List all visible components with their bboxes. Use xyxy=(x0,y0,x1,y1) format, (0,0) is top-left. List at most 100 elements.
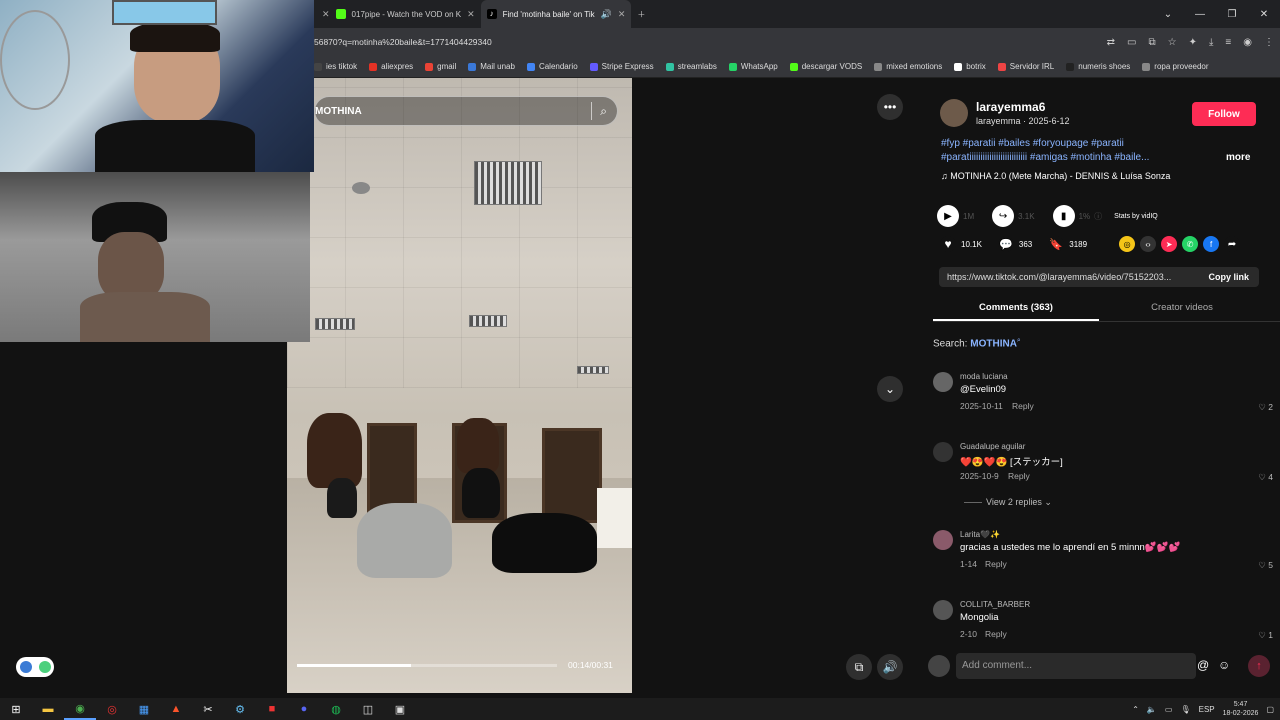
music-line[interactable]: ♫ MOTINHA 2.0 (Mete Marcha) - DENNIS & L… xyxy=(941,171,1170,181)
vidiq-label[interactable]: Stats by vidIQ xyxy=(1114,213,1158,220)
bookmark-item[interactable]: ropa proveedor xyxy=(1142,62,1209,71)
follow-button[interactable]: Follow xyxy=(1192,102,1256,126)
author-name[interactable]: larayemma6 xyxy=(976,100,1045,114)
extension-icon[interactable] xyxy=(19,661,32,673)
close-icon[interactable]: ✕ xyxy=(322,9,330,20)
bookmark-item[interactable]: Servidor IRL xyxy=(997,62,1054,71)
bookmark-item[interactable]: gmail xyxy=(425,62,456,71)
avatar[interactable] xyxy=(940,99,968,127)
avatar[interactable] xyxy=(933,442,953,462)
reply-button[interactable]: Reply xyxy=(985,559,1007,569)
reply-button[interactable]: Reply xyxy=(985,629,1007,639)
comment-like[interactable]: ♡ 2 xyxy=(1258,402,1273,413)
more-link[interactable]: more xyxy=(1226,152,1250,163)
bookmark-item[interactable]: numeris shoes xyxy=(1066,62,1130,71)
epic-games-icon[interactable]: ◫ xyxy=(352,698,384,720)
comment-input[interactable]: Add comment... xyxy=(956,653,1196,679)
comment-username[interactable]: COLLITA_BARBER xyxy=(960,600,1030,609)
whatsapp-icon[interactable]: ✆ xyxy=(1182,236,1199,252)
comment-like[interactable]: ♡ 4 xyxy=(1258,472,1273,483)
share-icon[interactable]: ⧉ xyxy=(1149,37,1156,48)
bookmark-item[interactable]: aliexpres xyxy=(369,62,413,71)
extensions-icon[interactable]: ✦ xyxy=(1189,37,1197,48)
video-link-box[interactable]: https://www.tiktok.com/@larayemma6/video… xyxy=(939,267,1259,287)
search-input[interactable]: MOTHINA xyxy=(315,106,591,117)
tab-creator-videos[interactable]: Creator videos xyxy=(1099,298,1265,321)
coin-icon[interactable]: ◎ xyxy=(1119,236,1136,252)
speaker-icon[interactable]: 🔊 xyxy=(601,9,612,20)
profile-icon[interactable]: ◉ xyxy=(1243,37,1252,48)
bar-chart-icon[interactable]: ▮ xyxy=(1052,205,1075,227)
bookmark-item[interactable]: descargar VODS xyxy=(789,62,862,71)
search-icon[interactable]: ⌕ xyxy=(600,104,607,119)
forward-icon[interactable]: ➦ xyxy=(1224,236,1241,252)
chevron-down-icon[interactable]: ⌄ xyxy=(1152,9,1184,20)
bookmark-item[interactable]: WhatsApp xyxy=(728,62,778,71)
hashtags-line[interactable]: #paratiiiiiiiiiiiiiiiiiiiiiiiiii #amigas… xyxy=(941,151,1211,165)
facebook-icon[interactable]: f xyxy=(1203,236,1220,252)
emoji-icon[interactable]: ☺ xyxy=(1218,658,1230,672)
comment-username[interactable]: Guadalupe aguilar xyxy=(960,442,1025,451)
media-icon[interactable]: ≡ xyxy=(1225,37,1231,48)
next-video-button[interactable]: ⌄ xyxy=(877,376,903,402)
tab-tiktok[interactable]: ♪ Find 'motinha baile' on Tik 🔊 ✕ xyxy=(480,0,632,28)
tab-kick[interactable]: ✕ 017pipe - Watch the VOD on K ✕ xyxy=(316,0,481,28)
capcut-icon[interactable]: ✂ xyxy=(192,698,224,720)
bookmark-item[interactable]: ies tiktok xyxy=(314,62,357,71)
bookmark-item[interactable]: Mail unab xyxy=(468,62,515,71)
store-icon[interactable]: ▦ xyxy=(128,698,160,720)
network-icon[interactable]: ▭ xyxy=(1165,705,1173,714)
discord-icon[interactable]: ● xyxy=(288,698,320,720)
language-indicator[interactable]: ESP xyxy=(1199,705,1215,714)
chevron-up-icon[interactable]: ⌃ xyxy=(1132,705,1139,714)
bookmark-item[interactable]: Calendario xyxy=(526,62,578,71)
search-bar[interactable]: MOTHINA ⌕ xyxy=(314,96,618,126)
heart-icon[interactable]: ♥ xyxy=(940,236,956,252)
bookmark-item[interactable]: Stripe Express xyxy=(589,62,654,71)
new-tab-button[interactable]: ＋ xyxy=(631,0,651,28)
menu-icon[interactable]: ⋮ xyxy=(1264,37,1274,48)
hashtags-line[interactable]: #fyp #paratii #bailes #foryoupage #parat… xyxy=(941,137,1211,151)
search-icon[interactable]: ⌕ xyxy=(1017,337,1021,344)
game-icon[interactable]: ■ xyxy=(256,698,288,720)
copy-link-button[interactable]: Copy link xyxy=(1208,272,1249,282)
bookmark-icon[interactable]: 🔖 xyxy=(1048,236,1065,252)
mention-icon[interactable]: @ xyxy=(1197,658,1209,672)
download-icon[interactable]: ⤓ xyxy=(1209,37,1213,48)
embed-icon[interactable]: ‹› xyxy=(1140,236,1157,252)
translate-icon[interactable]: ⇄ xyxy=(1107,37,1115,48)
comment-like[interactable]: ♡ 1 xyxy=(1258,630,1273,641)
file-explorer-icon[interactable]: ▬ xyxy=(32,698,64,720)
video-progress-bar[interactable] xyxy=(297,664,557,667)
close-icon[interactable]: ✕ xyxy=(467,9,475,20)
chrome-icon[interactable]: ◉ xyxy=(64,698,96,720)
spotify-icon[interactable]: ◍ xyxy=(320,698,352,720)
avatar[interactable] xyxy=(933,600,953,620)
notification-icon[interactable]: ▢ xyxy=(1266,705,1274,714)
star-icon[interactable]: ☆ xyxy=(1168,37,1177,48)
windows-start-icon[interactable]: ⊞ xyxy=(0,698,32,720)
app-icon[interactable]: ◎ xyxy=(96,698,128,720)
bookmark-item[interactable]: streamlabs xyxy=(665,62,717,71)
more-options-button[interactable]: ••• xyxy=(877,94,903,120)
bookmark-item[interactable]: mixed emotions xyxy=(874,62,942,71)
close-icon[interactable]: ✕ xyxy=(618,9,626,20)
reply-button[interactable]: Reply xyxy=(1012,401,1034,411)
avatar[interactable] xyxy=(933,372,953,392)
reply-button[interactable]: Reply xyxy=(1008,471,1030,481)
cast-icon[interactable]: ▭ xyxy=(1127,37,1136,48)
comment-icon[interactable]: 💬 xyxy=(997,236,1014,252)
comment-username[interactable]: moda luciana xyxy=(960,372,1008,381)
video-player[interactable] xyxy=(287,78,632,693)
share-icon[interactable]: ↪ xyxy=(992,205,1015,227)
play-icon[interactable]: ▶ xyxy=(937,205,959,227)
comment-username[interactable]: Larita🖤✨ xyxy=(960,530,1000,539)
microphone-icon[interactable]: 🎙 xyxy=(1180,705,1190,714)
close-window-button[interactable]: ✕ xyxy=(1248,9,1280,20)
minimize-button[interactable]: — xyxy=(1184,9,1216,20)
extension-icon[interactable] xyxy=(38,661,51,673)
speaker-icon[interactable]: 🔈 xyxy=(1147,705,1157,714)
url-text[interactable]: 56870?q=motinha%20baile&t=1771404429340 xyxy=(314,37,492,47)
view-replies[interactable]: View 2 replies ⌄ xyxy=(964,497,1052,508)
video-link[interactable]: https://www.tiktok.com/@larayemma6/video… xyxy=(947,272,1171,282)
